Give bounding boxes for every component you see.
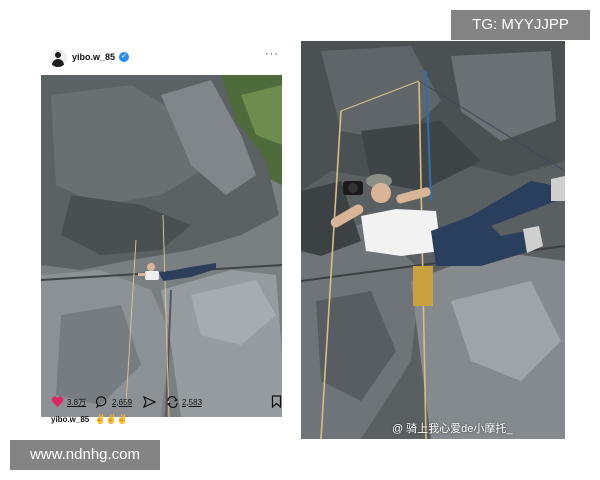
- watermark-text: 骑上我心爱de小摩托_: [406, 423, 513, 435]
- likes-count: 3.8万: [67, 397, 87, 407]
- verified-badge-icon: ✓: [119, 52, 129, 62]
- climbing-photo: [41, 75, 282, 417]
- heart-icon[interactable]: [51, 396, 64, 408]
- comments-count: 2,659: [112, 397, 133, 407]
- repost-action[interactable]: 2,583: [166, 395, 202, 409]
- site-url-badge: www.ndnhg.com: [10, 440, 160, 470]
- share-action[interactable]: [143, 395, 156, 409]
- post-username[interactable]: yibo.w_85: [72, 52, 115, 62]
- reposts-count: 2,583: [182, 397, 203, 407]
- comment-action[interactable]: 2,659: [96, 395, 132, 409]
- social-post-card: yibo.w_85 ✓ ··· 3.8万 2,659 2,583 yibo.w_…: [41, 43, 291, 438]
- more-options-icon[interactable]: ···: [265, 48, 279, 60]
- repost-icon[interactable]: [166, 396, 179, 408]
- post-actions: 3.8万 2,659 2,583: [51, 395, 283, 409]
- comment-icon[interactable]: [96, 396, 109, 408]
- carousel-dots[interactable]: [144, 413, 164, 417]
- climbing-closeup-photo: [301, 41, 565, 439]
- post-photo[interactable]: [41, 75, 282, 417]
- send-icon[interactable]: [143, 396, 156, 408]
- bookmark-icon[interactable]: [271, 395, 282, 413]
- tg-badge: TG: MYYJJPP: [451, 10, 590, 40]
- weibo-at-icon: @: [392, 423, 404, 435]
- caption-handle[interactable]: yibo.w_85: [51, 415, 89, 424]
- post-caption: yibo.w_85 ✌✌✌: [51, 414, 128, 425]
- avatar[interactable]: [49, 49, 67, 67]
- like-action[interactable]: 3.8万: [51, 395, 86, 409]
- post-header: yibo.w_85 ✓ ···: [41, 43, 291, 73]
- climbing-closeup-image: [301, 41, 565, 439]
- photo-watermark: @ 骑上我心爱de小摩托_: [392, 420, 513, 436]
- victory-hand-emoji: ✌✌✌: [94, 414, 129, 424]
